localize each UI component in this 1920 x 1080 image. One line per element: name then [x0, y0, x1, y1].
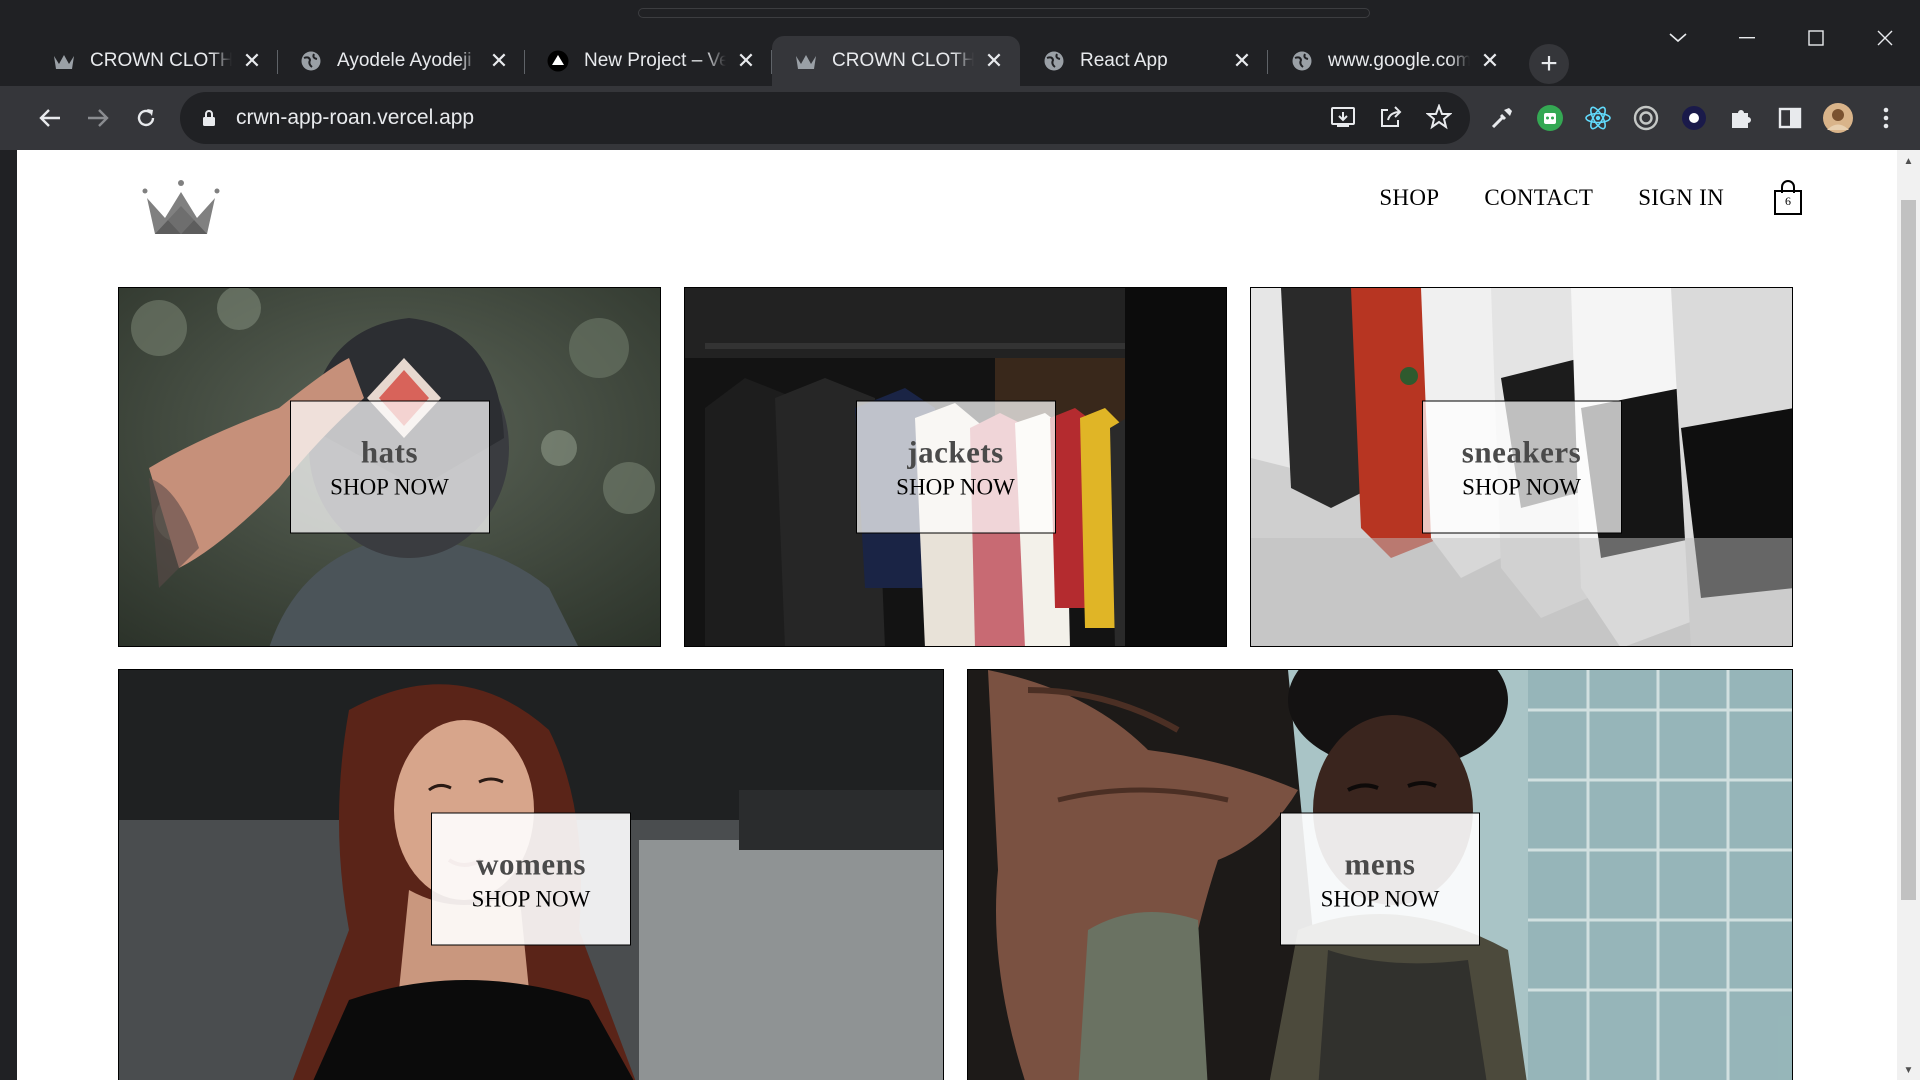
category-card-hats[interactable]: hats SHOP NOW — [118, 287, 661, 647]
globe-icon — [1042, 49, 1066, 73]
page-scrollbar[interactable]: ▲ ▼ — [1897, 150, 1920, 1080]
category-title: hats — [360, 434, 419, 469]
category-title: sneakers — [1461, 434, 1582, 469]
nav-sign-in-link[interactable]: SIGN IN — [1638, 185, 1724, 211]
close-tab-icon[interactable]: ✕ — [734, 48, 758, 73]
profile-avatar[interactable] — [1822, 102, 1854, 134]
category-title: mens — [1344, 846, 1416, 881]
target-extension-icon[interactable] — [1630, 102, 1662, 134]
tab-title: React App — [1080, 50, 1168, 71]
tab-search-area — [638, 8, 1370, 18]
left-gutter — [0, 150, 17, 1080]
cart-count: 6 — [1785, 194, 1791, 208]
close-window-icon[interactable] — [1865, 20, 1905, 56]
close-tab-icon[interactable]: ✕ — [487, 48, 511, 73]
dark-circle-extension-icon[interactable] — [1678, 102, 1710, 134]
install-app-icon[interactable] — [1330, 104, 1356, 135]
close-tab-icon[interactable]: ✕ — [1478, 48, 1502, 73]
browser-tab[interactable]: React App ✕ — [1020, 36, 1268, 86]
nav-shop-link[interactable]: SHOP — [1379, 185, 1439, 211]
category-card-jackets[interactable]: jackets SHOP NOW — [684, 287, 1227, 647]
side-panel-icon[interactable] — [1774, 102, 1806, 134]
shop-now-label: SHOP NOW — [1462, 474, 1581, 499]
site-nav: SHOP CONTACT SIGN IN 6 — [1379, 180, 1805, 216]
scroll-down-arrow-icon[interactable]: ▼ — [1903, 1065, 1914, 1076]
cart-icon[interactable]: 6 — [1771, 180, 1805, 216]
shop-now-label: SHOP NOW — [330, 474, 449, 499]
eyedropper-extension-icon[interactable] — [1486, 102, 1518, 134]
forward-icon[interactable] — [76, 96, 120, 140]
globe-icon — [299, 49, 323, 73]
reload-icon[interactable] — [124, 96, 168, 140]
browser-tab[interactable]: CROWN CLOTHING ✕ — [30, 36, 278, 86]
tab-strip: CROWN CLOTHING ✕ Ayodele Ayodeji ✕ New P… — [0, 0, 1920, 86]
scrollbar-thumb[interactable] — [1901, 200, 1916, 900]
react-devtools-icon[interactable] — [1582, 102, 1614, 134]
scroll-up-arrow-icon[interactable]: ▲ — [1903, 156, 1914, 167]
globe-icon — [1290, 49, 1314, 73]
crown-icon — [52, 49, 76, 73]
shop-now-label: SHOP NOW — [896, 474, 1015, 499]
crown-logo-icon[interactable] — [141, 178, 221, 242]
address-bar[interactable]: crwn-app-roan.vercel.app — [180, 92, 1470, 144]
category-label-box: hats SHOP NOW — [289, 400, 490, 534]
shop-now-label: SHOP NOW — [1320, 886, 1440, 911]
extensions-puzzle-icon[interactable] — [1726, 102, 1758, 134]
category-label-box: womens SHOP NOW — [431, 812, 631, 946]
tab-title: CROWN CLOTHING — [90, 50, 232, 71]
shop-now-label: SHOP NOW — [471, 886, 591, 911]
back-icon[interactable] — [28, 96, 72, 140]
category-title: jackets — [907, 434, 1004, 469]
close-tab-icon[interactable]: ✕ — [1230, 48, 1254, 73]
category-label-box: mens SHOP NOW — [1280, 812, 1480, 946]
browser-tab[interactable]: New Project – Vercel ✕ — [524, 36, 772, 86]
tab-title: www.google.com — [1328, 50, 1470, 71]
category-label-box: sneakers SHOP NOW — [1421, 400, 1622, 534]
browser-toolbar: crwn-app-roan.vercel.app — [0, 86, 1920, 150]
tab-title: Ayodele Ayodeji — [337, 50, 472, 71]
nav-contact-link[interactable]: CONTACT — [1484, 185, 1593, 211]
tab-title: New Project – Vercel — [584, 50, 726, 71]
crown-icon — [794, 49, 818, 73]
share-icon[interactable] — [1378, 104, 1404, 135]
category-card-womens[interactable]: womens SHOP NOW — [118, 669, 944, 1080]
vercel-icon — [546, 49, 570, 73]
browser-tab[interactable]: www.google.com ✕ — [1268, 36, 1516, 86]
category-label-box: jackets SHOP NOW — [855, 400, 1056, 534]
category-card-sneakers[interactable]: sneakers SHOP NOW — [1250, 287, 1793, 647]
bookmark-star-icon[interactable] — [1425, 103, 1453, 135]
minimize-icon[interactable] — [1727, 20, 1767, 56]
category-title: womens — [476, 846, 586, 881]
lock-icon[interactable] — [198, 109, 220, 127]
tab-title: CROWN CLOTHING — [832, 50, 974, 71]
web-page: SHOP CONTACT SIGN IN 6 hats SHOP NOW jac… — [17, 150, 1897, 1080]
tab-search-icon[interactable] — [1658, 20, 1698, 56]
close-tab-icon[interactable]: ✕ — [982, 48, 1006, 73]
url-text[interactable]: crwn-app-roan.vercel.app — [236, 106, 474, 130]
category-card-mens[interactable]: mens SHOP NOW — [967, 669, 1793, 1080]
browser-tab[interactable]: Ayodele Ayodeji ✕ — [277, 36, 525, 86]
close-tab-icon[interactable]: ✕ — [240, 48, 264, 73]
new-tab-button[interactable]: + — [1529, 44, 1569, 84]
browser-tab-active[interactable]: CROWN CLOTHING ✕ — [772, 36, 1020, 86]
browser-chrome: CROWN CLOTHING ✕ Ayodele Ayodeji ✕ New P… — [0, 0, 1920, 150]
robot-extension-icon[interactable] — [1534, 102, 1566, 134]
chrome-menu-icon[interactable] — [1870, 102, 1902, 134]
maximize-icon[interactable] — [1796, 20, 1836, 56]
